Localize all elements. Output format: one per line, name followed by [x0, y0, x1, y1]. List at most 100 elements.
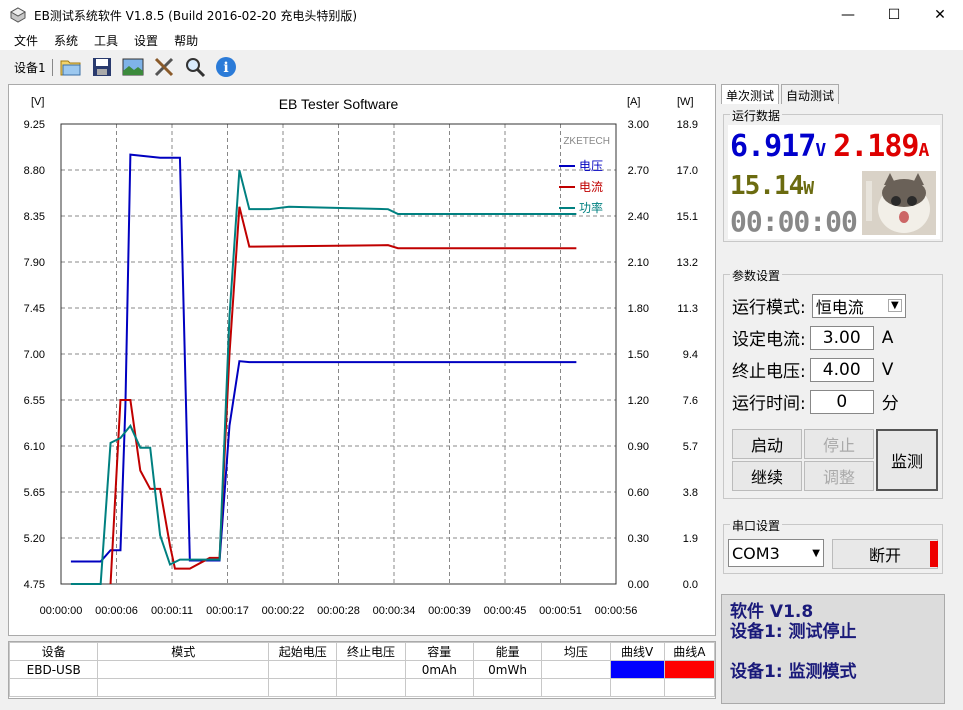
menu-settings[interactable]: 设置 [134, 32, 158, 49]
chevron-down-icon: ▼ [888, 299, 902, 312]
app-window: EB测试系统软件 V1.8.5 (Build 2016-02-20 充电头特别版… [0, 0, 963, 710]
current-setting-label: 设定电流: [732, 330, 806, 350]
xtick: 00:00:34 [373, 605, 416, 617]
search-icon[interactable] [183, 55, 207, 79]
tab-auto-test[interactable]: 自动测试 [781, 84, 840, 104]
stop-button[interactable]: 停止 [804, 429, 874, 459]
xtick: 00:00:22 [262, 605, 305, 617]
ytick-w: 5.7 [683, 441, 698, 453]
disconnect-button[interactable]: 断开 [832, 539, 938, 569]
voltage-readout: 6.917 [730, 129, 816, 164]
table-header-cell: 均压 [541, 642, 611, 661]
serial-label: 串口设置 [730, 517, 783, 534]
ytick-w: 1.9 [683, 533, 698, 545]
table-header-row: 设备 模式 起始电压 终止电压 容量 能量 均压 曲线V 曲线A [8, 642, 716, 661]
current-setting-unit: A [881, 327, 894, 348]
curve-a-swatch [663, 660, 716, 679]
current-row: 设定电流: 3.00 A [732, 325, 893, 350]
table-header-cell: 曲线A [663, 642, 716, 661]
tools-icon[interactable] [152, 55, 176, 79]
info-icon[interactable]: i [214, 55, 238, 79]
xtick: 00:00:45 [484, 605, 527, 617]
ytick-a: 0.30 [628, 533, 649, 545]
app-icon [10, 7, 26, 23]
ytick-v: 5.20 [24, 533, 45, 545]
params-group: 参数设置 运行模式: 恒电流 ▼ 设定电流: 3.00 A 终止电压: 4.00… [723, 267, 943, 499]
legend-current-label: 电流 [579, 180, 603, 194]
ytick-a: 1.80 [628, 303, 649, 315]
mode-label: 运行模式: [732, 298, 806, 318]
axis-unit-w: [W] [677, 96, 694, 108]
run-data-label: 运行数据 [730, 107, 783, 124]
current-setting-input[interactable]: 3.00 [809, 325, 874, 350]
start-button[interactable]: 启动 [732, 429, 802, 459]
stop-voltage-label: 终止电压: [732, 362, 806, 382]
run-data-group: 运行数据 6.917 V 2.189 A 15.14 W 00:00:00 [723, 107, 943, 242]
ytick-v: 8.80 [24, 165, 45, 177]
mode-select[interactable]: 恒电流 ▼ [811, 293, 906, 318]
continue-button[interactable]: 继续 [732, 461, 802, 491]
maximize-button[interactable]: ☐ [871, 0, 917, 30]
close-button[interactable]: ✕ [917, 0, 963, 30]
monitor-button[interactable]: 监测 [876, 429, 938, 491]
com-port-select[interactable]: COM3 ▼ [728, 539, 824, 567]
chart-panel: EB Tester Software ZKETECH [V] [A] [W] 9.25 3.… [8, 84, 716, 636]
title-bar: EB测试系统软件 V1.8.5 (Build 2016-02-20 充电头特别版… [0, 0, 963, 30]
tab-single-test[interactable]: 单次测试 [721, 84, 780, 104]
chart-svg: EB Tester Software ZKETECH [V] [A] [W] 9.25 3.… [24, 96, 698, 617]
ytick-w: 0.0 [683, 579, 698, 591]
table-header-cell: 起始电压 [268, 642, 338, 661]
adjust-button[interactable]: 调整 [804, 461, 874, 491]
ytick-w: 13.2 [677, 257, 698, 269]
xtick: 00:00:00 [40, 605, 83, 617]
ytick-v: 7.00 [24, 349, 45, 361]
ytick-v: 7.45 [24, 303, 45, 315]
power-line [70, 169, 577, 585]
device-selector[interactable]: 设备1 [14, 58, 53, 76]
power-readout: 15.14 [730, 171, 804, 201]
menu-system[interactable]: 系统 [54, 32, 78, 49]
status-panel: 软件 V1.8 设备1: 测试停止 设备1: 监测模式 [721, 594, 945, 704]
lcd-display: 6.917 V 2.189 A 15.14 W 00:00:00 [728, 125, 940, 239]
xtick: 00:00:11 [151, 605, 193, 617]
connection-indicator [930, 541, 938, 567]
ytick-v: 4.75 [24, 579, 45, 591]
axis-unit-a: [A] [627, 96, 640, 108]
table-header-cell: 能量 [472, 642, 543, 661]
params-label: 参数设置 [730, 267, 783, 284]
xtick: 00:00:39 [428, 605, 471, 617]
ytick-a: 0.90 [628, 441, 649, 453]
run-time-row: 运行时间: 0 分 [732, 389, 899, 414]
time-readout: 00:00:00 [730, 205, 858, 238]
mode-row: 运行模式: 恒电流 ▼ [732, 293, 906, 318]
menu-file[interactable]: 文件 [14, 32, 38, 49]
menu-help[interactable]: 帮助 [174, 32, 198, 49]
table-row[interactable]: EBD-USB 0mAh 0mWh [8, 660, 716, 679]
ytick-w: 18.9 [677, 119, 698, 131]
stop-voltage-input[interactable]: 4.00 [809, 357, 874, 382]
open-folder-icon[interactable] [59, 55, 83, 79]
tab-bar: 单次测试 自动测试 [721, 84, 963, 104]
table-header-cell: 模式 [97, 642, 270, 661]
window-title: EB测试系统软件 V1.8.5 (Build 2016-02-20 充电头特别版… [34, 8, 358, 23]
run-time-input[interactable]: 0 [809, 389, 874, 414]
ytick-v: 6.55 [24, 395, 45, 407]
minimize-button[interactable]: — [825, 0, 871, 30]
ytick-w: 15.1 [677, 211, 698, 223]
ytick-v: 6.10 [24, 441, 45, 453]
table-cell [336, 660, 406, 679]
mode-select-value: 恒电流 [815, 297, 864, 317]
menu-tools[interactable]: 工具 [94, 32, 118, 49]
ytick-a: 0.00 [628, 579, 649, 591]
ytick-a: 2.40 [628, 211, 649, 223]
device-table: 设备 模式 起始电压 终止电压 容量 能量 均压 曲线V 曲线A EBD-USB 0mAh 0mWh [8, 641, 716, 699]
table-header-cell: 终止电压 [336, 642, 406, 661]
table-header-cell: 曲线V [609, 642, 665, 661]
stop-voltage-unit: V [881, 359, 894, 380]
table-row-empty [8, 678, 716, 697]
save-icon[interactable] [90, 55, 114, 79]
toolbar: 设备1 i [0, 52, 963, 82]
ytick-a: 0.60 [628, 487, 649, 499]
run-time-unit: 分 [881, 394, 899, 414]
image-icon[interactable] [121, 55, 145, 79]
